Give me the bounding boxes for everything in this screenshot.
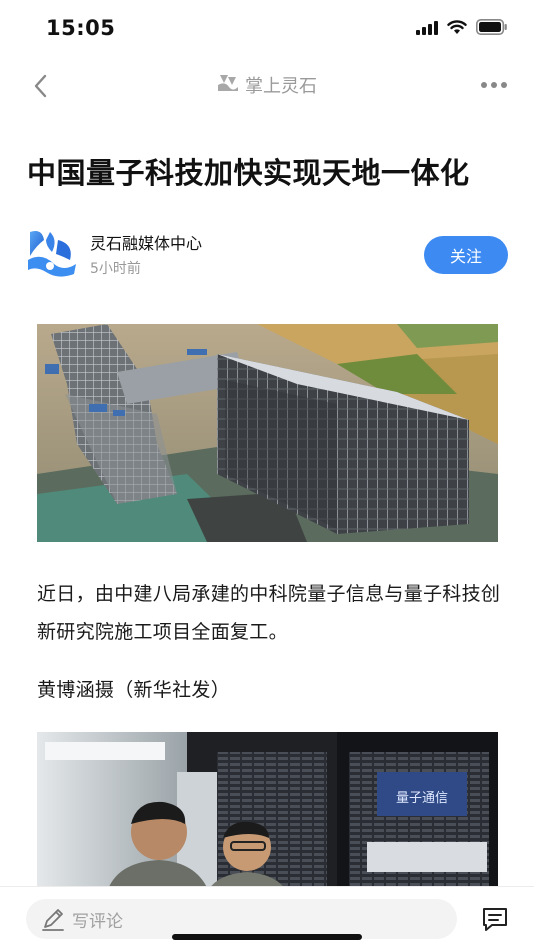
- more-icon: [481, 82, 507, 88]
- app-logo-icon: [217, 73, 239, 97]
- nav-title: 掌上灵石: [0, 72, 534, 98]
- comments-icon: [483, 908, 507, 931]
- article-paragraph: 近日，由中建八局承建的中科院量子信息与量子科技创新研究院施工项目全面复工。: [37, 583, 501, 643]
- comments-button[interactable]: [480, 905, 510, 933]
- home-indicator: [172, 934, 362, 940]
- publish-time: 5小时前: [90, 261, 141, 277]
- battery-icon: [476, 19, 508, 39]
- nav-title-text: 掌上灵石: [245, 76, 317, 97]
- bottom-bar: 写评论: [0, 886, 534, 950]
- status-icons: [416, 19, 508, 39]
- signal-icon: [416, 20, 438, 39]
- article-title: 中国量子科技加快实现天地一体化: [27, 156, 470, 190]
- photo-credit: 黄博涵摄（新华社发）: [37, 679, 231, 701]
- more-button[interactable]: [478, 73, 510, 97]
- server-room-engineers-photo[interactable]: 量子通信: [37, 732, 498, 892]
- pencil-icon: [42, 909, 64, 931]
- wifi-icon: [447, 19, 467, 39]
- status-time: 15:05: [46, 16, 116, 40]
- avatar[interactable]: [24, 226, 79, 281]
- author-name[interactable]: 灵石融媒体中心: [90, 230, 202, 254]
- quantum-comm-label: 量子通信: [396, 791, 448, 806]
- comment-input[interactable]: 写评论: [26, 899, 457, 939]
- nav-bar: 掌上灵石: [0, 60, 534, 112]
- author-row: 灵石融媒体中心 5小时前 关注: [24, 226, 510, 284]
- follow-button[interactable]: 关注: [424, 236, 508, 274]
- construction-site-aerial-photo[interactable]: [37, 324, 498, 542]
- status-bar: 15:05: [0, 0, 534, 56]
- comment-placeholder: 写评论: [72, 911, 123, 932]
- article-screen: 15:05 掌上灵石 中国量子科技加快实现天地一体化 灵石融媒体中心 5小时前 …: [0, 0, 534, 950]
